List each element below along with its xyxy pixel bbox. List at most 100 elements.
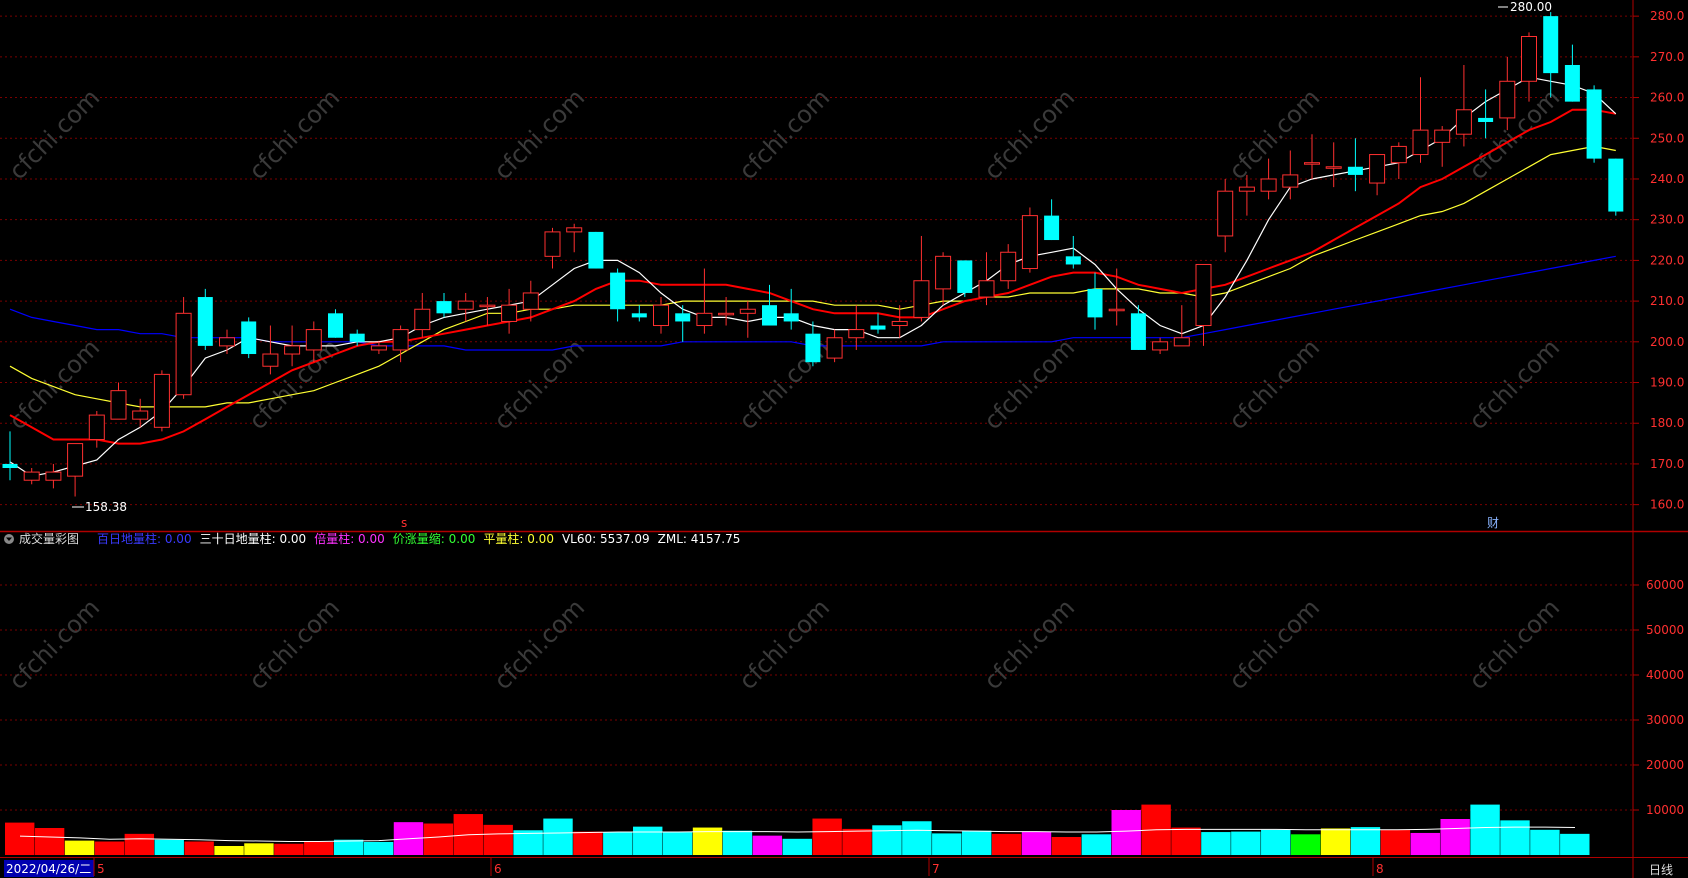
volume-bar[interactable] — [154, 839, 184, 855]
volume-bar[interactable] — [483, 824, 513, 855]
volume-bar[interactable] — [304, 841, 334, 855]
candle[interactable] — [588, 231, 604, 269]
volume-bar[interactable] — [244, 843, 274, 855]
volume-bar[interactable] — [573, 831, 603, 855]
volume-bar[interactable] — [34, 828, 65, 855]
volume-tick-label: 50000 — [1646, 623, 1684, 637]
volume-bar[interactable] — [423, 823, 454, 856]
indicator-name[interactable]: 成交量彩图 — [19, 531, 79, 546]
stock-chart[interactable]: cfchi.com cfchi.com cfchi.com cfchi.com cfch… — [0, 0, 1688, 878]
volume-bar[interactable] — [603, 832, 633, 856]
volume-bar[interactable] — [1231, 831, 1261, 855]
volume-bar[interactable] — [1350, 827, 1381, 855]
volume-bar[interactable] — [961, 830, 992, 855]
candle-body-down — [241, 321, 257, 355]
volume-axis: 10000 20000 30000 40000 50000 60000 — [1633, 578, 1684, 817]
candle-body-up — [479, 304, 496, 308]
candle-body-up — [67, 443, 84, 477]
volume-bar[interactable] — [124, 833, 155, 855]
volume-bar[interactable] — [1500, 820, 1530, 855]
month-label: 8 — [1376, 862, 1384, 876]
candle-body-up — [566, 227, 583, 233]
volume-bar[interactable] — [184, 841, 214, 856]
candle-body-up — [457, 300, 474, 310]
volume-bar[interactable] — [1410, 832, 1440, 855]
candle-body-up — [1434, 129, 1451, 143]
candle[interactable] — [328, 309, 343, 338]
legend-label: 倍量柱: — [314, 531, 354, 546]
volume-bar[interactable] — [274, 843, 304, 855]
candle-body-down — [1478, 117, 1494, 122]
volume-bar[interactable] — [633, 826, 663, 855]
volume-bar[interactable] — [1320, 828, 1351, 855]
volume-bar[interactable] — [1261, 829, 1291, 855]
volume-bar[interactable] — [1021, 831, 1052, 855]
volume-bar[interactable] — [782, 838, 812, 855]
candle[interactable] — [241, 317, 257, 359]
volume-bar[interactable] — [1290, 834, 1321, 855]
candle-body-down — [436, 301, 452, 314]
low-label: 158.38 — [85, 500, 127, 514]
date-axis: 2022/04/26/二 5 6 7 8 日线 — [4, 858, 1673, 877]
volume-bar[interactable] — [842, 828, 872, 855]
volume-bar[interactable] — [64, 840, 95, 855]
legend-label: 百日地量柱: — [97, 531, 161, 546]
volume-bar[interactable] — [1081, 834, 1112, 855]
volume-bar[interactable] — [1171, 827, 1201, 855]
volume-bar[interactable] — [902, 821, 932, 855]
legend-label: 平量柱: — [483, 531, 523, 546]
volume-bar[interactable] — [1530, 829, 1560, 855]
volume-bar[interactable] — [1440, 819, 1470, 855]
volume-bar[interactable] — [722, 830, 753, 855]
volume-bar[interactable] — [1380, 829, 1411, 855]
volume-bar[interactable] — [872, 825, 902, 855]
volume-bar[interactable] — [363, 841, 394, 855]
candle-body-down — [870, 325, 886, 330]
volume-bar[interactable] — [1470, 804, 1500, 855]
price-tick-label: 180.0 — [1650, 416, 1684, 430]
candle-body-up — [305, 329, 322, 351]
candle[interactable] — [1586, 85, 1602, 163]
volume-bar[interactable] — [543, 818, 573, 855]
event-marker-s[interactable]: s — [401, 516, 407, 530]
volume-bar[interactable] — [1111, 810, 1141, 855]
candle[interactable] — [957, 260, 973, 298]
candle-body-up — [653, 304, 669, 327]
period-label[interactable]: 日线 — [1649, 863, 1673, 877]
candle-body-up — [826, 337, 843, 359]
event-marker-cai[interactable]: 财 — [1487, 516, 1499, 530]
candle-body-up — [219, 337, 235, 347]
candle-body-up — [284, 345, 301, 355]
legend-value: 0.00 — [445, 532, 476, 546]
candle-body-down — [349, 333, 365, 342]
volume-tick-label: 20000 — [1646, 758, 1684, 772]
volume-legend: 成交量彩图 百日地量柱: 0.00 三十日地量柱: 0.00 倍量柱: 0.00 价涨… — [4, 531, 740, 546]
candle-body-down — [588, 231, 604, 269]
volume-bar[interactable] — [214, 846, 244, 855]
candle[interactable] — [153, 370, 170, 432]
price-tick-label: 160.0 — [1650, 498, 1684, 512]
volume-panel[interactable] — [0, 533, 1633, 857]
volume-bar[interactable] — [812, 818, 842, 855]
volume-bar[interactable] — [5, 822, 35, 855]
candle-body-up — [370, 345, 387, 351]
price-tick-label: 200.0 — [1650, 335, 1684, 349]
candle-body-down — [1347, 166, 1363, 175]
candle[interactable] — [1021, 207, 1038, 273]
volume-bar[interactable] — [1201, 832, 1231, 855]
volume-bar[interactable] — [991, 833, 1022, 855]
volume-bar[interactable] — [333, 839, 364, 855]
price-tick-label: 240.0 — [1650, 172, 1684, 186]
candle[interactable] — [197, 288, 213, 350]
candle-body-up — [1217, 190, 1234, 237]
volume-bar[interactable] — [932, 833, 962, 855]
candle-body-up — [45, 471, 62, 481]
volume-bar[interactable] — [1560, 833, 1590, 855]
candle-body-up — [935, 255, 952, 290]
candle[interactable] — [1608, 158, 1624, 216]
volume-bar[interactable] — [1051, 837, 1082, 855]
price-panel[interactable] — [0, 0, 1633, 531]
volume-bar[interactable] — [94, 841, 125, 856]
volume-bar[interactable] — [752, 835, 783, 855]
volume-bar[interactable] — [662, 832, 693, 855]
